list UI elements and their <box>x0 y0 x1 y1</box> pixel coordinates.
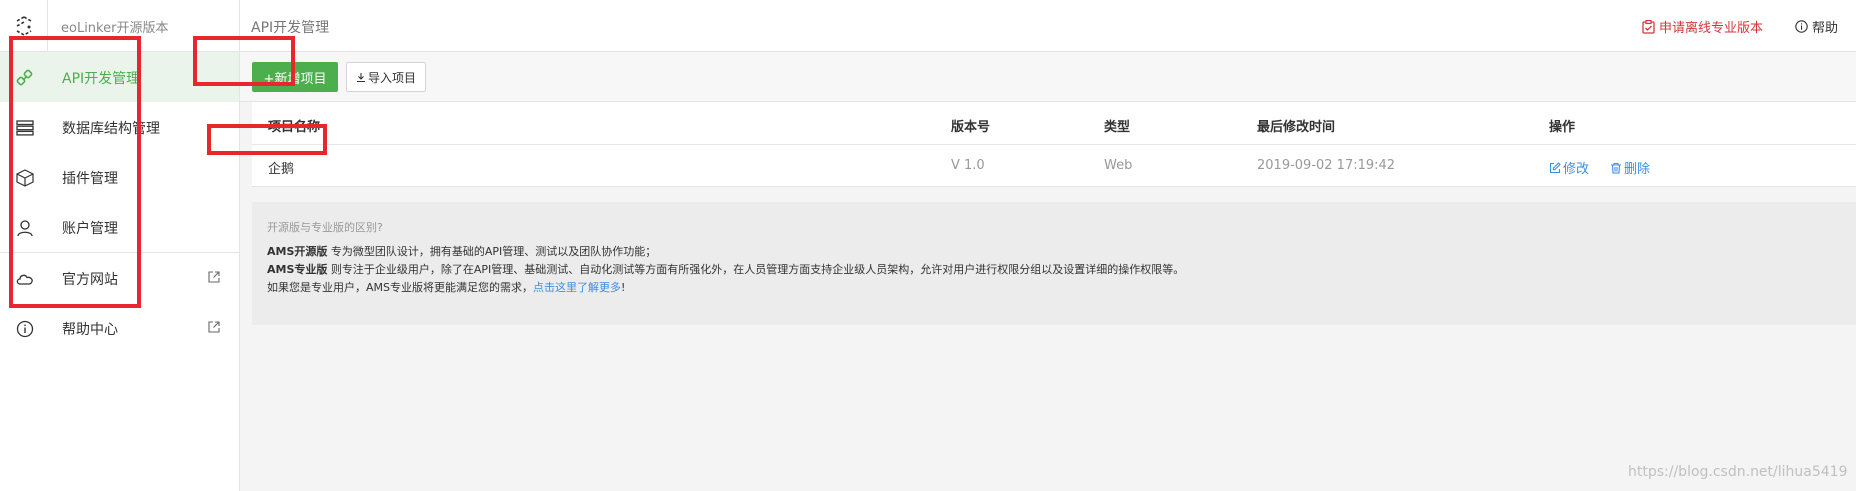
sidebar-item-api-management[interactable]: API开发管理 <box>0 52 239 102</box>
app-name: eoLinker开源版本 <box>61 21 169 36</box>
watermark: https://blog.csdn.net/lihua5419 <box>1628 464 1848 480</box>
main-content: +新增项目 导入项目 项目名称 版本号 类型 最后修改时间 操作 企鹅 V 1.… <box>240 52 1856 491</box>
edit-icon <box>1549 161 1561 173</box>
column-header-name: 项目名称 <box>268 120 321 135</box>
learn-more-text: 如果您是专业用户，AMS专业版将更能满足您的需求， <box>267 281 533 294</box>
project-name-link[interactable]: 企鹅 <box>268 158 294 177</box>
sidebar-item-label: 帮助中心 <box>62 322 118 338</box>
sidebar-item-official-site[interactable]: 官方网站 <box>0 253 239 303</box>
trash-icon <box>1611 162 1621 174</box>
sidebar-item-label: API开发管理 <box>62 71 141 87</box>
sidebar-item-label: 账户管理 <box>62 221 118 237</box>
sidebar-item-label: 数据库结构管理 <box>62 121 160 137</box>
pro-edition-label: AMS专业版 <box>267 263 328 276</box>
page-title: API开发管理 <box>251 20 330 36</box>
edit-project-button[interactable]: 修改 <box>1549 158 1589 177</box>
sidebar-item-database[interactable]: 数据库结构管理 <box>0 102 239 152</box>
external-link-icon <box>208 321 220 333</box>
project-modified-time: 2019-09-02 17:19:42 <box>1257 158 1396 173</box>
edition-comparison-notice: 开源版与专业版的区别? AMS开源版 专为微型团队设计，拥有基础的API管理、测… <box>252 202 1856 325</box>
sidebar-item-help-center[interactable]: 帮助中心 <box>0 303 239 353</box>
table-header: 项目名称 版本号 类型 最后修改时间 操作 <box>252 102 1856 145</box>
clipboard-icon <box>1642 19 1655 34</box>
column-header-version: 版本号 <box>951 120 991 135</box>
sidebar-item-label: 官方网站 <box>62 272 118 288</box>
add-project-button[interactable]: +新增项目 <box>252 62 338 92</box>
open-source-edition-label: AMS开源版 <box>267 245 328 258</box>
table-row[interactable]: 企鹅 V 1.0 Web 2019-09-02 17:19:42 修改 删除 <box>252 145 1856 187</box>
header-divider <box>239 0 240 52</box>
column-header-actions: 操作 <box>1549 120 1576 135</box>
cube-icon <box>16 169 34 187</box>
cloud-icon <box>16 274 33 285</box>
import-project-button[interactable]: 导入项目 <box>346 62 426 92</box>
sidebar-item-account[interactable]: 账户管理 <box>0 202 239 252</box>
import-icon <box>356 72 365 82</box>
user-icon <box>17 220 33 237</box>
external-link-icon <box>208 271 220 283</box>
import-project-label: 导入项目 <box>367 70 416 85</box>
info-circle-icon <box>1795 20 1808 33</box>
notice-line-learn-more: 如果您是专业用户，AMS专业版将更能满足您的需求，点击这里了解更多! <box>267 279 625 295</box>
logo-icon <box>16 16 31 36</box>
column-header-type: 类型 <box>1104 120 1131 135</box>
column-header-modified: 最后修改时间 <box>1257 120 1336 135</box>
toolbar: +新增项目 导入项目 <box>240 52 1856 102</box>
delete-label: 删除 <box>1624 162 1651 177</box>
learn-more-tail: ! <box>621 281 626 294</box>
notice-line-open-source: AMS开源版 专为微型团队设计，拥有基础的API管理、测试以及团队协作功能； <box>267 243 656 259</box>
notice-line-pro: AMS专业版 则专注于企业级用户，除了在API管理、基础测试、自动化测试等方面有… <box>267 261 1184 277</box>
sidebar-item-label: 插件管理 <box>62 171 118 187</box>
sidebar: API开发管理 数据库结构管理 插件管理 账户管理 官方网站 帮助中心 <box>0 52 240 491</box>
help-link[interactable]: 帮助 <box>1795 17 1838 36</box>
help-label: 帮助 <box>1812 21 1839 36</box>
database-icon <box>16 120 34 136</box>
edit-label: 修改 <box>1563 162 1590 177</box>
pro-edition-text: 则专注于企业级用户，除了在API管理、基础测试、自动化测试等方面有所强化外，在人… <box>327 263 1185 276</box>
delete-project-button[interactable]: 删除 <box>1610 158 1650 177</box>
sidebar-item-plugins[interactable]: 插件管理 <box>0 152 239 202</box>
notice-title: 开源版与专业版的区别? <box>267 221 383 234</box>
apply-pro-label: 申请离线专业版本 <box>1659 21 1764 36</box>
top-header: eoLinker开源版本 API开发管理 申请离线专业版本 帮助 <box>0 0 1856 52</box>
project-type: Web <box>1104 158 1133 173</box>
info-icon <box>16 320 34 338</box>
learn-more-link[interactable]: 点击这里了解更多 <box>533 281 621 294</box>
link-icon <box>16 69 33 86</box>
apply-pro-version-link[interactable]: 申请离线专业版本 <box>1642 17 1763 36</box>
project-version: V 1.0 <box>951 158 985 173</box>
logo[interactable] <box>0 0 48 52</box>
open-source-edition-text: 专为微型团队设计，拥有基础的API管理、测试以及团队协作功能； <box>327 245 657 258</box>
